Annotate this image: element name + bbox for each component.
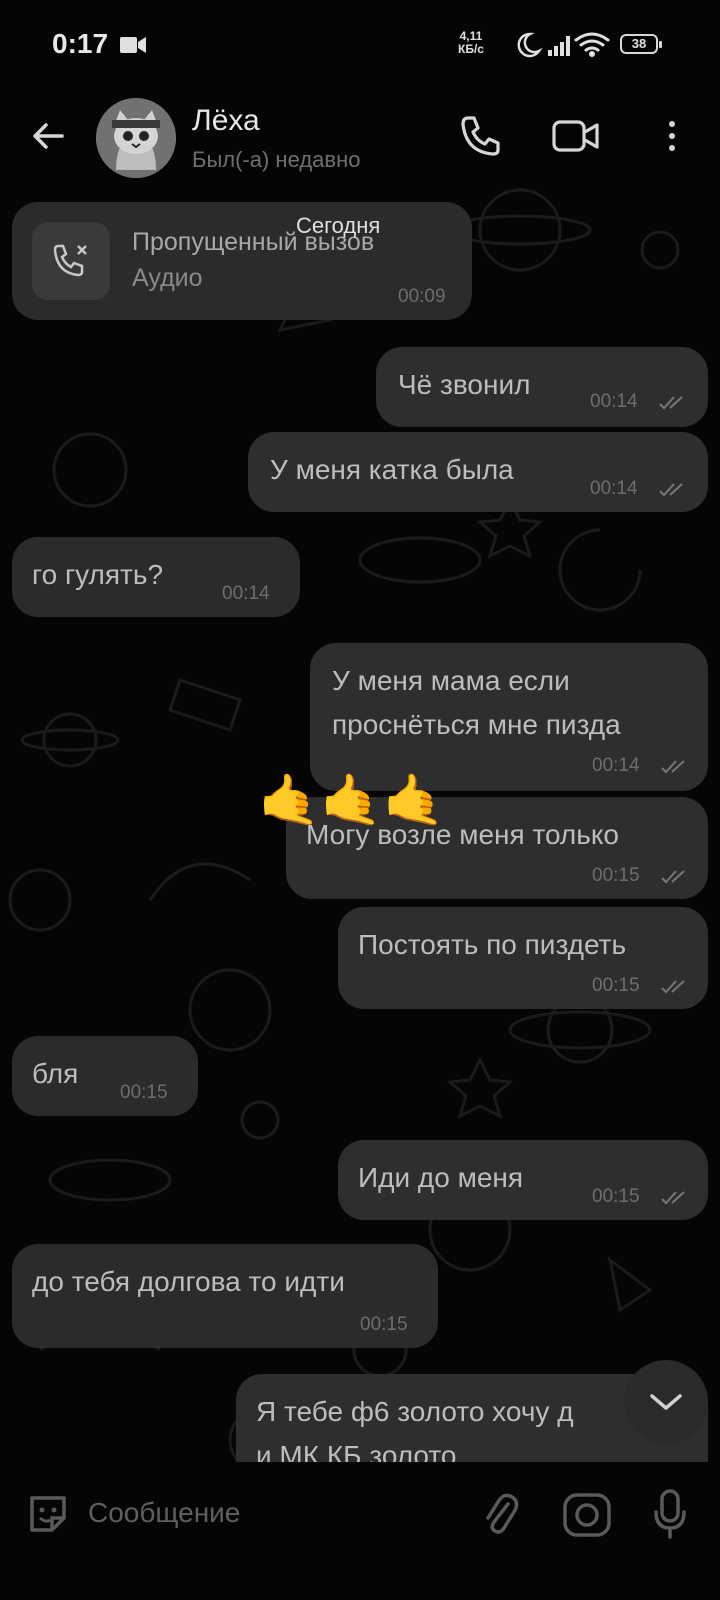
message-time: 00:15 (120, 1082, 168, 1103)
phone-icon[interactable] (458, 114, 502, 158)
message-text-line: Я тебе ф6 золото хочу д (256, 1396, 574, 1427)
avatar[interactable] (96, 98, 176, 178)
scroll-to-bottom-button[interactable] (624, 1360, 708, 1444)
message-input-bar: Сообщение (0, 1462, 720, 1600)
outgoing-message[interactable]: У меня катка была 00:14 (248, 432, 708, 512)
video-call-icon[interactable] (552, 118, 600, 154)
message-time: 00:14 (590, 391, 638, 412)
attach-icon[interactable] (480, 1490, 520, 1538)
missed-call-icon (53, 244, 87, 277)
message-time: 00:15 (592, 975, 640, 996)
status-icons (517, 32, 610, 58)
camera-icon[interactable] (562, 1492, 612, 1538)
message-time: 00:15 (592, 865, 640, 886)
battery-icon: 38 (620, 34, 662, 54)
message-time: 00:09 (398, 286, 446, 307)
read-check-icon (661, 870, 685, 884)
contact-status: Был(-а) недавно (192, 147, 361, 172)
message-text: до тебя долгова то идти (32, 1266, 345, 1297)
missed-call-icon-box (32, 222, 110, 300)
outgoing-message[interactable]: Иди до меня 00:15 (338, 1140, 708, 1220)
video-camera-icon (120, 37, 146, 53)
missed-call-subtitle: Аудио (132, 264, 203, 292)
message-text-line: проснёться мне пизда (332, 709, 621, 740)
message-text: Постоять по пиздеть (358, 929, 627, 960)
signal-icon (548, 36, 570, 56)
message-time: 00:15 (592, 1186, 640, 1207)
message-text: У меня катка была (270, 454, 514, 485)
message-time: 00:14 (592, 755, 640, 776)
status-time: 0:17 (52, 28, 109, 59)
message-text: Чё звонил (398, 369, 531, 400)
message-time: 00:15 (360, 1314, 408, 1335)
outgoing-message[interactable]: У меня мама если проснёться мне пизда 00… (310, 643, 708, 791)
microphone-icon[interactable] (652, 1488, 688, 1540)
read-check-icon (661, 1191, 685, 1205)
read-check-icon (661, 760, 685, 774)
more-vertical-icon[interactable] (660, 116, 684, 156)
read-check-icon (659, 483, 683, 497)
message-time: 00:14 (222, 583, 270, 604)
incoming-message[interactable]: до тебя долгова то идти 00:15 (12, 1244, 438, 1348)
outgoing-message[interactable]: Постоять по пиздеть 00:15 (338, 907, 708, 1009)
message-time: 00:14 (590, 478, 638, 499)
reaction-emoji: 🤙🤙🤙 (258, 772, 445, 828)
message-text: го гулять? (32, 559, 164, 590)
network-speed: 4,11 КБ/с (458, 29, 484, 56)
date-separator: Сегодня (296, 213, 381, 238)
wifi-icon (574, 32, 610, 57)
chevron-down-icon (650, 1394, 682, 1410)
contact-name[interactable]: Лёха (192, 104, 260, 138)
read-check-icon (659, 396, 683, 410)
missed-call-message[interactable]: Пропущенный вызов Аудио 00:09 (12, 202, 472, 320)
status-bar: 0:17 4,11 КБ/с 38 (0, 0, 720, 90)
message-text-line: У меня мама если (332, 665, 570, 696)
message-text: бля (32, 1058, 79, 1089)
cat-avatar-image (96, 98, 176, 178)
incoming-message[interactable]: бля 00:15 (12, 1036, 198, 1116)
read-check-icon (661, 980, 685, 994)
incoming-message[interactable]: го гулять? 00:14 (12, 537, 300, 617)
message-input[interactable]: Сообщение (88, 1488, 448, 1538)
message-text: Иди до меня (358, 1162, 524, 1193)
back-arrow-icon[interactable] (28, 116, 68, 156)
moon-icon (517, 32, 543, 58)
outgoing-message[interactable]: Чё звонил 00:14 (376, 347, 708, 427)
sticker-icon[interactable] (26, 1492, 70, 1536)
chat-header: Лёха Был(-а) недавно (0, 92, 720, 184)
